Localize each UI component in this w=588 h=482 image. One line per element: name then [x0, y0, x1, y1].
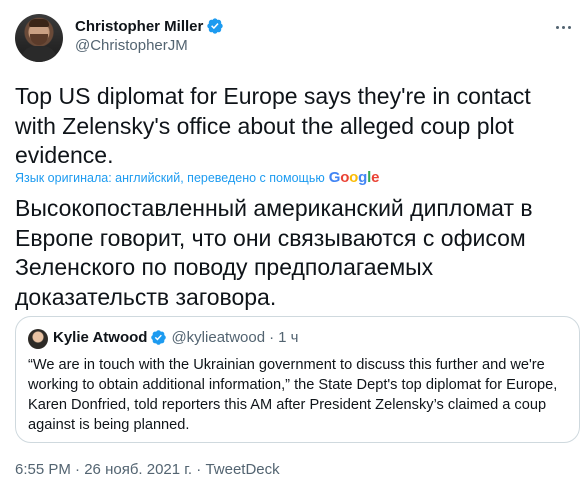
quoted-tweet[interactable]: Kylie Atwood @kylieatwood · 1 ч “We are …: [15, 316, 580, 443]
verified-badge-icon: [207, 18, 224, 34]
translation-attribution[interactable]: Язык оригинала: английский, переведено с…: [15, 169, 379, 186]
author-handle[interactable]: @ChristopherJM: [75, 37, 188, 54]
quote-header: Kylie Atwood @kylieatwood · 1 ч: [53, 329, 298, 346]
tweet-time[interactable]: 6:55 PM: [15, 461, 71, 478]
quote-separator: ·: [269, 329, 275, 346]
translated-text: Высокопоставленный американский дипломат…: [15, 195, 533, 310]
verified-badge-icon: [151, 330, 167, 345]
quote-text: “We are in touch with the Ukrainian gove…: [28, 357, 558, 433]
quote-time: 1 ч: [278, 329, 299, 346]
tweet-date[interactable]: 26 нояб. 2021 г.: [84, 461, 192, 478]
quote-author-avatar: [28, 329, 48, 349]
quote-author-handle: @kylieatwood: [171, 329, 266, 346]
author-avatar[interactable]: [15, 14, 63, 62]
tweet-source[interactable]: TweetDeck: [205, 461, 279, 478]
author-name[interactable]: Christopher Miller: [75, 18, 203, 35]
tweet-text: Top US diplomat for Europe says they're …: [15, 83, 531, 168]
tweet-meta: 6:55 PM · 26 нояб. 2021 г. · TweetDeck: [15, 461, 280, 478]
google-logo: Google: [328, 169, 380, 186]
quote-author-name: Kylie Atwood: [53, 329, 148, 346]
translation-label: Язык оригинала: английский, переведено с…: [15, 170, 325, 185]
more-options-icon[interactable]: [548, 16, 578, 38]
author-name-row: Christopher Miller: [75, 17, 224, 35]
tweet: Christopher Miller @ChristopherJM Top US…: [0, 0, 588, 482]
meta-separator: ·: [196, 461, 202, 478]
meta-separator: ·: [75, 461, 81, 478]
